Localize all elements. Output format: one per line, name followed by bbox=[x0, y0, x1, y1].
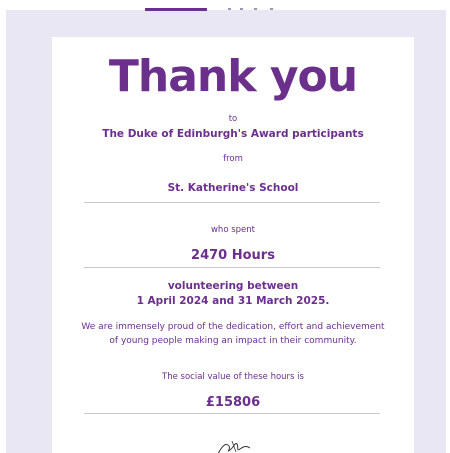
certificate-card: Thank you to The Duke of Edinburgh's Awa… bbox=[52, 37, 414, 453]
message-line-1: We are immensely proud of the dedication… bbox=[81, 322, 385, 332]
volunteering-text-line-1: volunteering between bbox=[167, 280, 299, 292]
who-spent-label: who spent bbox=[210, 225, 255, 235]
top-dots-decoration bbox=[228, 8, 276, 11]
hours-value: 2470 Hours bbox=[191, 248, 275, 263]
signature-icon bbox=[217, 440, 251, 453]
volunteering-text-line-2: 1 April 2024 and 31 March 2025. bbox=[136, 295, 330, 307]
message-line-2: of young people making an impact in thei… bbox=[109, 336, 357, 346]
sender-name: St. Katherine's School bbox=[167, 182, 299, 194]
social-value-amount: £15806 bbox=[205, 395, 261, 410]
recipient-name: The Duke of Edinburgh's Award participan… bbox=[102, 128, 364, 140]
to-label: to bbox=[228, 114, 238, 124]
divider-3 bbox=[84, 413, 380, 414]
headline-thank-you: Thank you bbox=[108, 51, 358, 102]
from-label: from bbox=[223, 154, 243, 164]
social-value-label: The social value of these hours is bbox=[162, 372, 304, 382]
top-accent-bar bbox=[145, 8, 207, 11]
certificate-screenshot: Thank you to The Duke of Edinburgh's Awa… bbox=[0, 0, 450, 453]
divider-1 bbox=[84, 202, 380, 203]
divider-2 bbox=[84, 267, 380, 268]
